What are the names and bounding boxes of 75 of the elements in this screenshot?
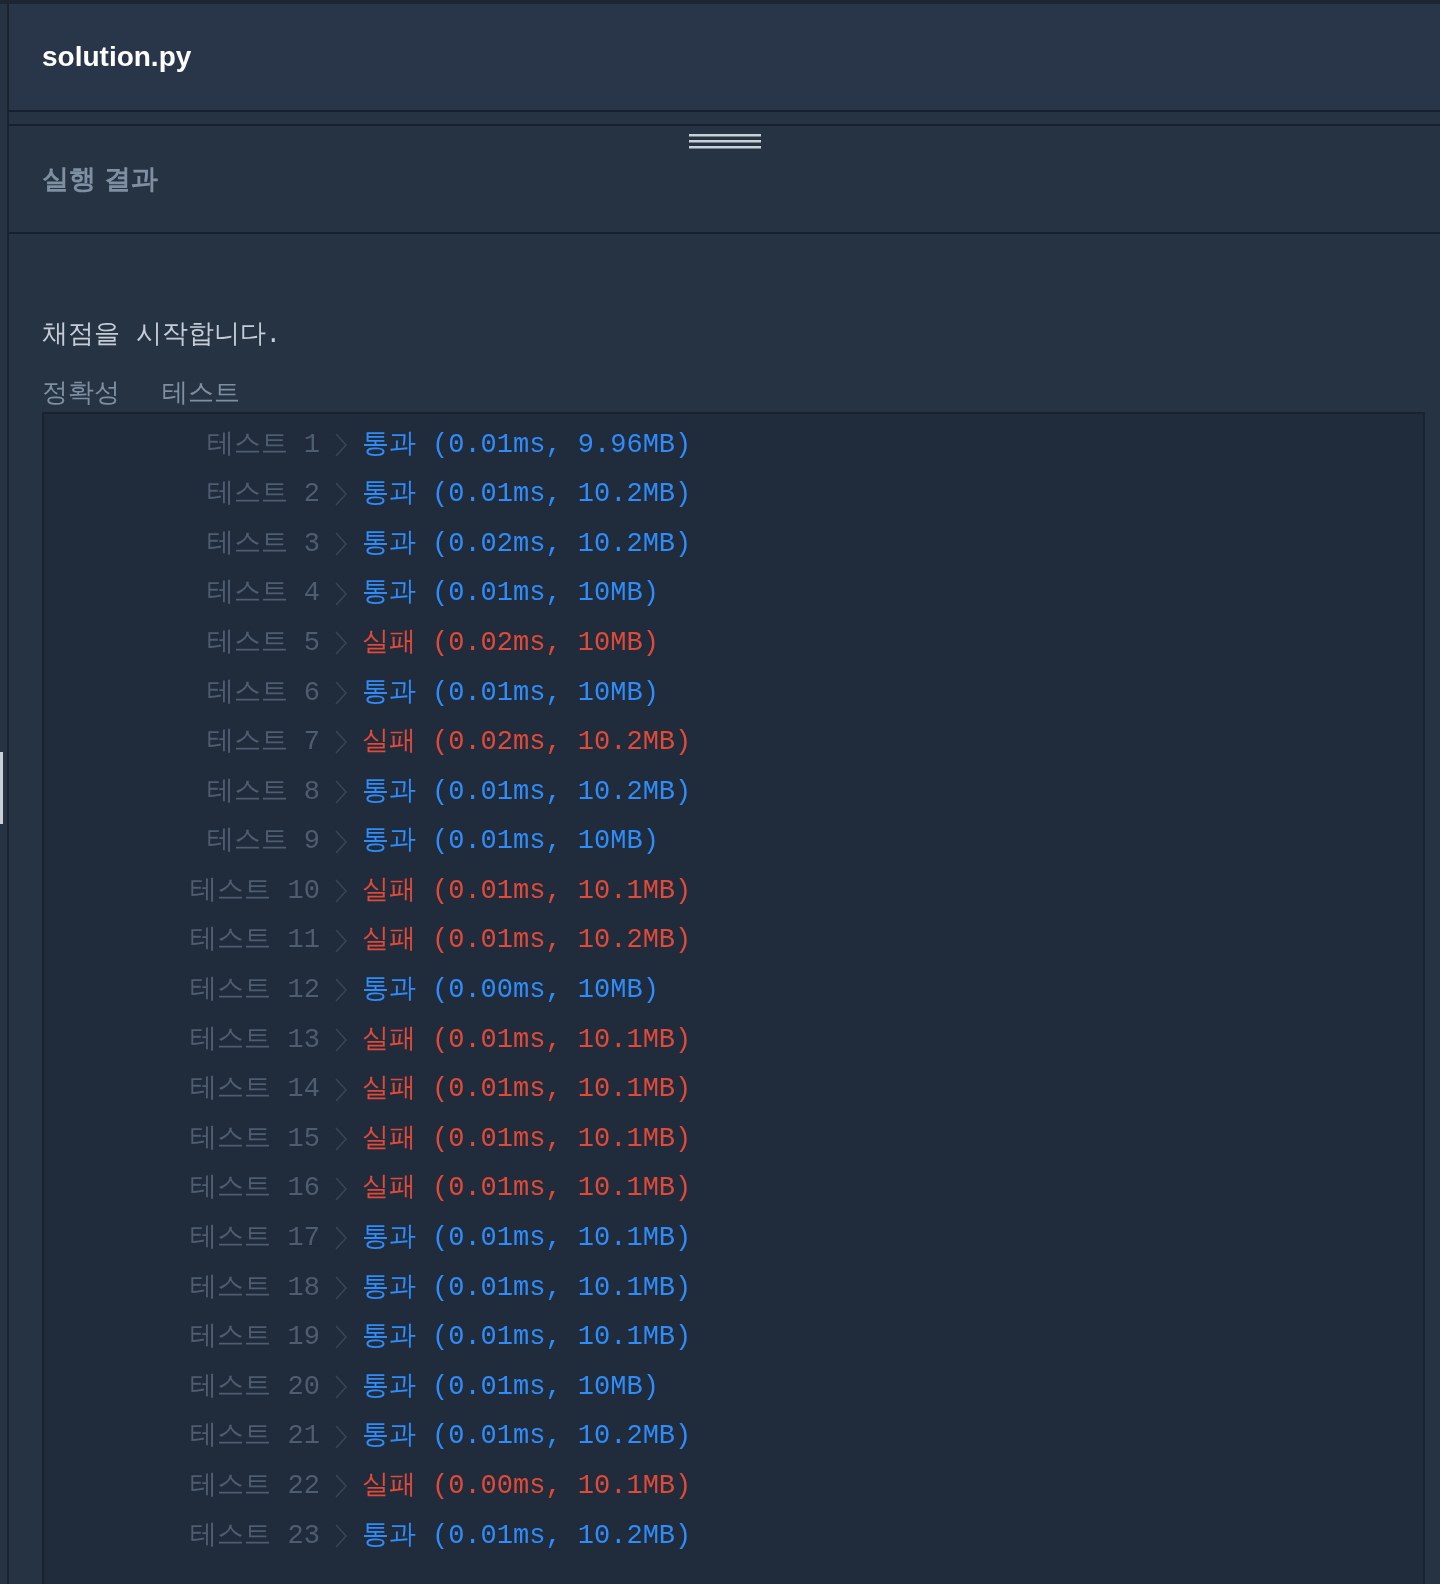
panel-title: 실행 결과 <box>42 162 158 196</box>
test-result: 통과 <box>362 1370 416 1404</box>
status-message: 채점을 시작합니다. <box>42 319 283 352</box>
test-metrics: (0.01ms, 10.2MB) <box>432 775 692 809</box>
test-metrics: (0.01ms, 10MB) <box>432 1370 659 1404</box>
test-result: 실패 <box>362 1172 416 1206</box>
test-result: 실패 <box>362 1023 416 1057</box>
test-result: 통과 <box>362 775 416 809</box>
test-result: 실패 <box>362 1122 416 1156</box>
test-result: 통과 <box>362 974 416 1008</box>
test-metrics: (0.00ms, 10MB) <box>432 974 659 1008</box>
test-result: 실패 <box>362 924 416 958</box>
chevron-icon <box>334 1076 348 1103</box>
test-metrics: (0.01ms, 10MB) <box>432 825 659 859</box>
chevron-icon <box>334 1423 348 1450</box>
test-result: 통과 <box>362 825 416 859</box>
drag-handle-icon[interactable] <box>688 132 761 152</box>
chevron-icon <box>334 679 348 706</box>
section-title: 정확성 테스트 <box>42 377 241 407</box>
chevron-icon <box>334 580 348 607</box>
chevron-icon <box>334 1324 348 1351</box>
test-metrics: (0.01ms, 10.1MB) <box>432 1222 692 1256</box>
test-result: 통과 <box>362 1420 416 1454</box>
file-name: solution.py <box>42 40 192 74</box>
chevron-icon <box>334 1522 348 1549</box>
test-result: 실패 <box>362 1470 416 1503</box>
test-metrics: (0.01ms, 10.1MB) <box>432 1172 692 1206</box>
chevron-icon <box>334 1225 348 1252</box>
test-result: 통과 <box>362 676 416 710</box>
chevron-icon <box>334 1126 348 1153</box>
chevron-icon <box>334 481 348 508</box>
chevron-icon <box>334 431 348 458</box>
test-metrics: (0.02ms, 10.2MB) <box>432 527 692 561</box>
chevron-icon <box>334 977 348 1004</box>
chevron-icon <box>334 828 348 855</box>
test-metrics: (0.02ms, 10.2MB) <box>432 726 692 760</box>
test-result: 통과 <box>362 577 416 611</box>
chevron-icon <box>334 878 348 905</box>
chevron-icon <box>334 1473 348 1500</box>
test-metrics: (0.01ms, 10.1MB) <box>432 874 692 908</box>
test-metrics: (0.01ms, 10.2MB) <box>432 478 692 512</box>
test-metrics: (0.01ms, 10.2MB) <box>432 1420 692 1454</box>
chevron-icon <box>334 531 348 557</box>
test-result: 통과 <box>362 1321 416 1355</box>
chevron-icon <box>334 927 348 954</box>
test-result: 통과 <box>362 1519 416 1553</box>
chevron-icon <box>334 1026 348 1053</box>
chevron-icon <box>334 729 348 756</box>
test-metrics: (0.01ms, 10MB) <box>432 676 659 710</box>
chevron-icon <box>334 630 348 657</box>
test-metrics: (0.01ms, 10.2MB) <box>432 924 692 958</box>
chevron-icon <box>334 1274 348 1301</box>
test-result: 실패 <box>362 726 416 760</box>
test-metrics: (0.01ms, 10.1MB) <box>432 1271 692 1305</box>
test-metrics: (0.00ms, 10.1MB) <box>432 1470 692 1503</box>
test-result: 실패 <box>362 626 416 660</box>
test-metrics: (0.01ms, 9.96MB) <box>432 428 692 462</box>
test-metrics: (0.01ms, 10.2MB) <box>432 1519 692 1553</box>
test-result: 실패 <box>362 1073 416 1107</box>
chevron-icon <box>334 778 348 805</box>
test-metrics: (0.01ms, 10.1MB) <box>432 1073 692 1107</box>
resize-handle[interactable] <box>0 752 3 824</box>
test-result: 통과 <box>362 1271 416 1305</box>
chevron-icon <box>334 1175 348 1202</box>
test-metrics: (0.01ms, 10.1MB) <box>432 1023 692 1057</box>
test-result: 통과 <box>362 527 416 561</box>
test-metrics: (0.01ms, 10.1MB) <box>432 1122 692 1156</box>
test-result: 실패 <box>362 874 416 908</box>
test-result: 통과 <box>362 478 416 512</box>
chevron-icon <box>334 1374 348 1401</box>
test-result: 통과 <box>362 1222 416 1256</box>
test-metrics: (0.01ms, 10.1MB) <box>432 1321 692 1355</box>
test-metrics: (0.02ms, 10MB) <box>432 626 659 660</box>
test-result: 통과 <box>362 428 416 462</box>
test-metrics: (0.01ms, 10MB) <box>432 577 659 611</box>
